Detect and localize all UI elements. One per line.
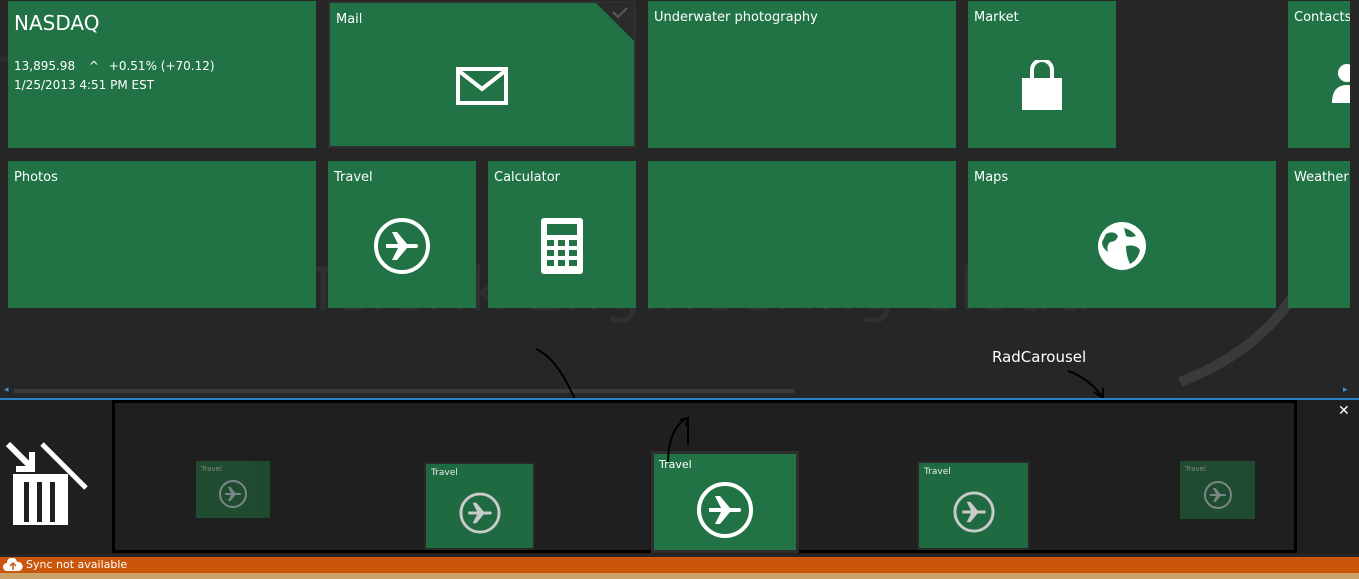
carousel-item-label: Travel: [1185, 465, 1206, 473]
carousel-item[interactable]: Travel: [424, 462, 535, 550]
tile-travel[interactable]: Travel: [328, 161, 476, 308]
tile-market[interactable]: Market: [968, 1, 1116, 148]
tile-photos[interactable]: Photos: [8, 161, 316, 308]
cloud-upload-icon: [3, 558, 23, 571]
tile-maps-label: Maps: [974, 170, 1009, 185]
tile-maps[interactable]: Maps: [968, 161, 1276, 308]
sync-status-text: Sync not available: [26, 558, 128, 571]
tile-weather[interactable]: Weather: [1288, 161, 1350, 308]
annotation-up-arrow: [667, 416, 690, 462]
scroll-left-icon[interactable]: ◂: [4, 385, 9, 395]
taskbar-strip: [0, 573, 1359, 579]
calculator-icon: [541, 218, 583, 275]
radcarousel-annotation: RadCarousel: [992, 348, 1087, 366]
carousel-item[interactable]: Travel: [1180, 461, 1255, 519]
tile-underwater-photography[interactable]: Underwater photography: [648, 1, 956, 148]
radcarousel: Travel Travel Travel Travel Travel: [112, 400, 1297, 553]
scroll-right-icon[interactable]: ▸: [1343, 385, 1348, 395]
nasdaq-value: 13,895.98: [14, 59, 76, 73]
selected-check-corner: [596, 3, 634, 41]
tile-calculator-label: Calculator: [494, 170, 561, 185]
tile-underwater-label: Underwater photography: [654, 10, 818, 25]
nasdaq-quote-line: 13,895.98 ^ +0.51% (+70.12): [14, 59, 215, 73]
globe-icon: [1098, 222, 1146, 271]
carousel-item[interactable]: Travel: [196, 461, 270, 518]
unpin-trash-icon[interactable]: [6, 436, 96, 531]
scrollbar-thumb[interactable]: [14, 389, 794, 393]
tile-photos-label: Photos: [14, 170, 58, 185]
tile-contacts-label: Contacts: [1294, 10, 1350, 25]
tile-market-label: Market: [974, 10, 1019, 25]
tile-contacts[interactable]: Contacts: [1288, 1, 1350, 148]
airplane-icon: [374, 218, 430, 275]
tile-nasdaq[interactable]: NASDAQ 13,895.98 ^ +0.51% (+70.12) 1/25/…: [8, 1, 316, 148]
nasdaq-change-arrow: ^: [88, 59, 99, 73]
mail-icon: [456, 66, 508, 105]
nasdaq-title: NASDAQ: [14, 11, 100, 35]
tile-weather-label: Weather: [1294, 170, 1349, 185]
close-icon[interactable]: ✕: [1338, 403, 1350, 419]
airplane-icon: [219, 480, 247, 509]
status-bar: Sync not available: [0, 557, 1359, 573]
tile-mail-label: Mail: [336, 12, 363, 27]
carousel-item-label: Travel: [201, 465, 222, 473]
airplane-icon: [1203, 480, 1232, 509]
airplane-icon: [697, 481, 753, 538]
tile-travel-label: Travel: [334, 170, 373, 185]
nasdaq-timestamp: 1/25/2013 4:51 PM EST: [14, 78, 155, 92]
airplane-icon: [952, 491, 995, 533]
carousel-item-label: Travel: [924, 467, 951, 477]
tile-calculator[interactable]: Calculator: [488, 161, 636, 308]
tile-blank-wide[interactable]: [648, 161, 956, 308]
tile-mail[interactable]: Mail: [328, 1, 636, 148]
carousel-item-selected[interactable]: Travel: [651, 451, 799, 553]
nasdaq-change: +0.51% (+70.12): [108, 59, 215, 73]
shopping-bag-icon: [1022, 60, 1062, 111]
person-icon: [1332, 64, 1350, 103]
carousel-item-label: Travel: [431, 468, 458, 478]
airplane-icon: [458, 492, 501, 534]
carousel-item[interactable]: Travel: [917, 461, 1030, 550]
